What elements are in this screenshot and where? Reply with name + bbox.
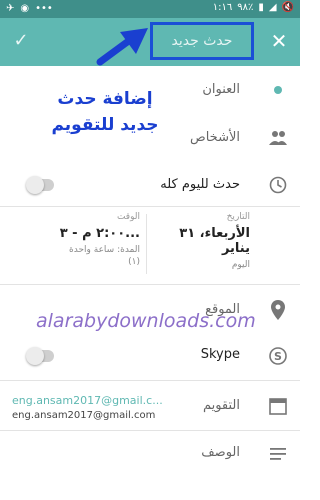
notification-icon: ◉ [20, 3, 30, 14]
skype-row[interactable]: S Skype [0, 336, 300, 376]
calendar-field-label: التقويم [202, 398, 240, 413]
duration-text: المدة: ساعة واحدة [69, 245, 140, 255]
title-highlight-box: حدث جديد [150, 22, 254, 60]
close-icon[interactable]: ✕ [268, 30, 290, 52]
skype-toggle[interactable] [26, 347, 54, 365]
people-icon [268, 128, 288, 148]
date-value: الأربعاء، ٣١ يناير [179, 226, 250, 256]
divider [0, 284, 300, 285]
divider [0, 380, 300, 381]
date-time-block: التاريخ الأربعاء، ٣١ يناير اليوم الوقت ٢… [0, 206, 300, 284]
skype-label: Skype [200, 347, 240, 362]
status-bar: ✈ ◉ ••• ١:١٦ ٩٨٪ ▮ ◢ 🔇 [0, 0, 300, 18]
annotation-arrow-icon [96, 28, 148, 66]
divider [0, 430, 300, 431]
battery-percent: ٩٨٪ [237, 2, 254, 13]
description-field-label: الوصف [201, 445, 240, 460]
day-caption: اليوم [231, 260, 250, 270]
title-field-label: العنوان [202, 82, 240, 97]
mute-icon: 🔇 [281, 2, 294, 13]
save-check-icon[interactable]: ✓ [10, 30, 32, 52]
time-picker[interactable]: الوقت ٢:٠٠ م - ٣... المدة: ساعة واحدة (١… [20, 212, 140, 268]
battery-icon: ▮ [258, 2, 264, 13]
telegram-icon: ✈ [6, 3, 15, 14]
status-notification-icons: ✈ ◉ ••• [6, 3, 53, 14]
signal-icon: ◢ [268, 2, 277, 13]
calendar-icon [268, 396, 288, 416]
all-day-toggle[interactable] [26, 176, 54, 194]
status-system-info: ١:١٦ ٩٨٪ ▮ ◢ 🔇 [213, 2, 294, 13]
date-caption: التاريخ [226, 212, 250, 222]
svg-text:S: S [274, 350, 282, 363]
date-time-separator [146, 214, 147, 274]
date-picker[interactable]: التاريخ الأربعاء، ٣١ يناير اليوم [150, 212, 250, 271]
people-row[interactable]: الأشخاص [0, 114, 300, 164]
clock-icon [268, 175, 288, 195]
more-notifications-icon: ••• [35, 3, 53, 14]
calendar-account-secondary: eng.ansam2017@gmail.com [12, 410, 156, 421]
toolbar-title: حدث جديد [171, 33, 233, 49]
title-row[interactable]: العنوان [0, 66, 300, 114]
calendar-account-primary[interactable]: eng.ansam2017@gmail.c... [12, 394, 163, 407]
people-field-label: الأشخاص [190, 130, 240, 145]
description-lines-icon [268, 444, 288, 464]
location-pin-icon [268, 300, 288, 320]
time-caption: الوقت [116, 212, 140, 222]
all-day-row[interactable]: حدث لليوم كله [0, 164, 300, 206]
watermark-text: alarabydownloads.com [36, 310, 256, 332]
title-dot-icon [268, 80, 288, 100]
time-value: ٢:٠٠ م - ٣... [59, 226, 140, 241]
skype-icon: S [268, 346, 288, 366]
status-time: ١:١٦ [212, 2, 233, 13]
description-row[interactable]: الوصف [0, 434, 300, 474]
all-day-label: حدث لليوم كله [160, 177, 240, 192]
repeat-count: (١) [128, 257, 140, 267]
